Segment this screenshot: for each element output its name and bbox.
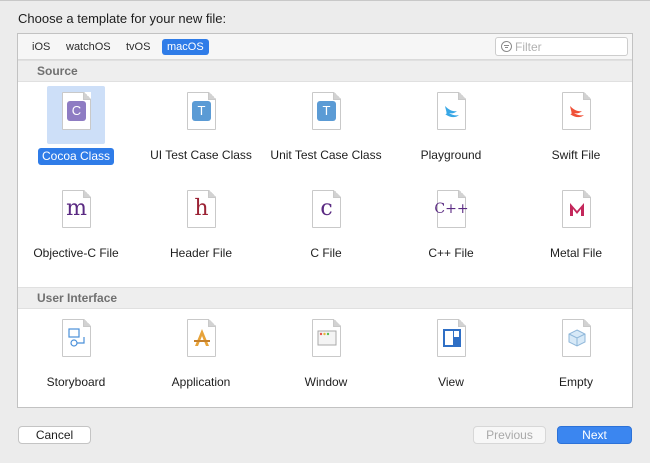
filter-icon bbox=[501, 41, 512, 52]
ui-test-case-icon: T bbox=[187, 92, 216, 130]
swift-file-icon bbox=[562, 92, 591, 130]
template-panel: iOS watchOS tvOS macOS Source C Cocoa Cl… bbox=[17, 33, 633, 408]
template-label: C File bbox=[310, 246, 342, 260]
template-label: View bbox=[438, 375, 464, 389]
cocoa-class-icon: C bbox=[62, 92, 91, 130]
filter-field[interactable] bbox=[495, 37, 628, 56]
template-label: Unit Test Case Class bbox=[270, 148, 382, 162]
application-icon bbox=[187, 319, 216, 357]
template-label: Swift File bbox=[551, 148, 601, 162]
tab-tvos[interactable]: tvOS bbox=[121, 39, 155, 55]
filter-input[interactable] bbox=[515, 39, 623, 54]
template-label: UI Test Case Class bbox=[150, 148, 252, 162]
metal-file-icon bbox=[562, 190, 591, 228]
view-icon bbox=[437, 319, 466, 357]
storyboard-icon bbox=[62, 319, 91, 357]
tab-ios[interactable]: iOS bbox=[27, 39, 55, 55]
tab-watchos[interactable]: watchOS bbox=[61, 39, 116, 55]
section-header-user-interface: User Interface bbox=[18, 287, 632, 309]
template-label: Header File bbox=[169, 246, 233, 260]
window-top-edge bbox=[0, 0, 650, 1]
template-label: Application bbox=[171, 375, 231, 389]
dialog-prompt: Choose a template for your new file: bbox=[18, 11, 227, 26]
playground-icon bbox=[437, 92, 466, 130]
previous-button[interactable]: Previous bbox=[473, 426, 546, 444]
unit-test-case-icon: T bbox=[312, 92, 341, 130]
template-label: Objective-C File bbox=[33, 246, 119, 260]
template-label: Storyboard bbox=[46, 375, 106, 389]
empty-icon bbox=[562, 319, 591, 357]
tab-macos[interactable]: macOS bbox=[162, 39, 209, 55]
template-label: C++ File bbox=[428, 246, 474, 260]
next-button[interactable]: Next bbox=[557, 426, 632, 444]
header-file-icon: h bbox=[187, 190, 216, 228]
section-header-source: Source bbox=[18, 60, 632, 82]
c-file-icon: c bbox=[312, 190, 341, 228]
template-label: Cocoa Class bbox=[37, 148, 115, 165]
template-label: Metal File bbox=[549, 246, 602, 260]
objective-c-icon: m bbox=[62, 190, 91, 228]
cancel-button[interactable]: Cancel bbox=[18, 426, 91, 444]
template-label: Empty bbox=[558, 375, 593, 389]
platform-tab-bar: iOS watchOS tvOS macOS bbox=[18, 34, 632, 60]
template-label: Playground bbox=[420, 148, 482, 162]
window-icon bbox=[312, 319, 341, 357]
template-label: Window bbox=[304, 375, 348, 389]
cpp-file-icon: C++ bbox=[434, 190, 469, 228]
